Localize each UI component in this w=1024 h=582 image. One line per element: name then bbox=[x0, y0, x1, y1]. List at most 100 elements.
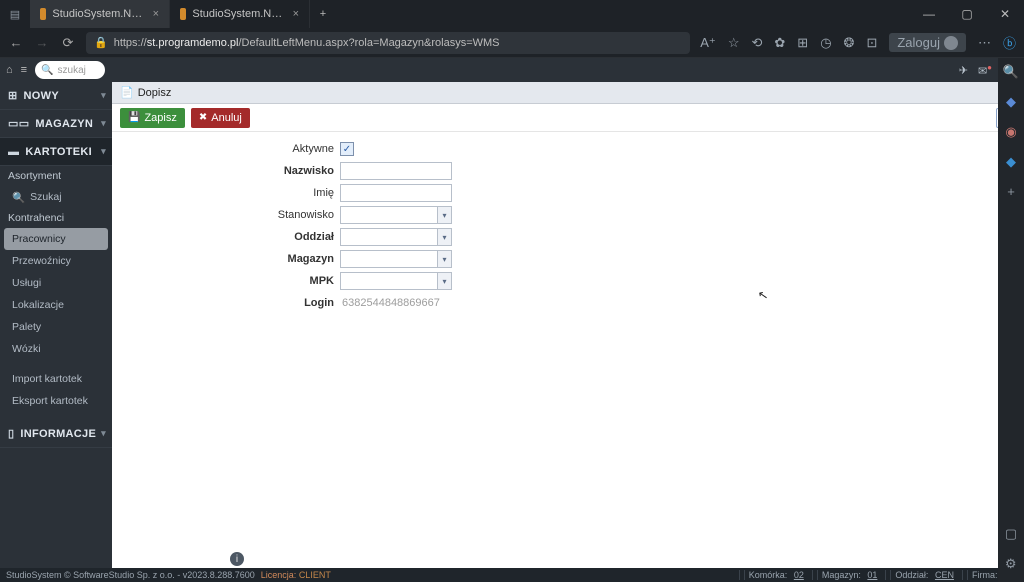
sidebar-section-informacje[interactable]: ▯ INFORMACJE ▾ bbox=[0, 420, 112, 448]
sidebar-item-lokalizacje[interactable]: Lokalizacje bbox=[0, 294, 112, 316]
sidebar-item-asortyment[interactable]: Asortyment bbox=[0, 166, 112, 186]
sidebar: ⊞ NOWY ▾ ▭▭ MAGAZYN ▾ ▬ KARTOTEKI ▾ Asor… bbox=[0, 82, 112, 568]
bing-icon[interactable]: ⓑ bbox=[1003, 33, 1016, 52]
sidebar-item-palety[interactable]: Palety bbox=[0, 316, 112, 338]
cursor-icon: ↖ bbox=[757, 287, 769, 303]
status-oddzial: Oddział: CEN bbox=[885, 570, 958, 580]
value-login: 6382544848869667 bbox=[340, 297, 440, 309]
input-imie[interactable] bbox=[340, 184, 452, 202]
warehouse-icon: ▭▭ bbox=[8, 117, 29, 130]
toolbox-icon[interactable]: ◉ bbox=[1005, 124, 1016, 140]
login-label: Zaloguj bbox=[897, 35, 940, 50]
close-window-icon[interactable]: ✕ bbox=[986, 7, 1024, 21]
checkbox-aktywne[interactable]: ✓ bbox=[340, 142, 354, 156]
chevron-down-icon: ▾ bbox=[101, 428, 106, 439]
collections-icon[interactable]: ⊞ bbox=[797, 35, 808, 51]
content-pane: 📄 Dopisz ✕ 💾 Zapisz ✖ Anuluj + Aktywne ✓… bbox=[112, 82, 1024, 568]
back-icon[interactable]: ← bbox=[8, 35, 24, 50]
label-login: Login bbox=[112, 297, 340, 309]
search-icon[interactable]: 🔍 bbox=[1003, 64, 1019, 80]
shop-icon[interactable]: ◆ bbox=[1006, 94, 1016, 110]
save-button[interactable]: 💾 Zapisz bbox=[120, 108, 185, 128]
search-placeholder: szukaj bbox=[58, 65, 86, 76]
history-icon[interactable]: ◷ bbox=[820, 35, 831, 51]
toolbar: 💾 Zapisz ✖ Anuluj + bbox=[112, 104, 1024, 132]
cancel-button[interactable]: ✖ Anuluj bbox=[191, 108, 250, 128]
close-icon[interactable]: × bbox=[153, 8, 159, 20]
maximize-icon[interactable]: ▢ bbox=[948, 7, 986, 21]
edge-sidebar: 🔍 ◆ ◉ ◆ + ▢ ⚙ bbox=[998, 58, 1024, 582]
games-icon[interactable]: ◆ bbox=[1006, 154, 1016, 170]
search-icon: 🔍 bbox=[12, 191, 25, 204]
url-prefix: https:// bbox=[114, 37, 147, 49]
new-tab-button[interactable]: + bbox=[310, 8, 336, 20]
section-label: INFORMACJE bbox=[20, 428, 96, 440]
extensions-icon[interactable]: ❂ bbox=[844, 35, 855, 51]
document-icon: ▯ bbox=[8, 427, 14, 440]
close-icon[interactable]: × bbox=[293, 8, 299, 20]
info-icon[interactable]: i bbox=[230, 552, 244, 566]
label-stanowisko: Stanowisko bbox=[112, 209, 340, 221]
refresh-icon[interactable]: ⟳ bbox=[60, 35, 76, 51]
sidebar-item-przewoznicy[interactable]: Przewoźnicy bbox=[0, 250, 112, 272]
read-aloud-icon[interactable]: A⁺ bbox=[700, 35, 716, 51]
label-nazwisko: Nazwisko bbox=[112, 165, 340, 177]
select-magazyn[interactable]: ▾ bbox=[340, 250, 452, 268]
sidebar-section-magazyn[interactable]: ▭▭ MAGAZYN ▾ bbox=[0, 110, 112, 138]
sidebar-item-pracownicy[interactable]: Pracownicy bbox=[4, 228, 108, 250]
status-magazyn: Magazyn: 01 bbox=[812, 570, 882, 580]
address-field[interactable]: 🔒 https://st.programdemo.pl/DefaultLeftM… bbox=[86, 32, 690, 54]
sync-icon[interactable]: ⟲ bbox=[751, 35, 762, 51]
sidebar-item-import[interactable]: Import kartotek bbox=[0, 368, 112, 390]
hamburger-icon[interactable]: ≡ bbox=[21, 64, 27, 76]
app-menu-icon[interactable]: ▤ bbox=[0, 8, 30, 21]
label-aktywne: Aktywne bbox=[112, 143, 340, 155]
sidebar-item-szukaj[interactable]: 🔍 Szukaj bbox=[0, 186, 112, 208]
label-oddzial: Oddział bbox=[112, 231, 340, 243]
licence-link[interactable]: CLIENT bbox=[299, 570, 331, 580]
login-button[interactable]: Zaloguj bbox=[889, 33, 966, 52]
minimize-icon[interactable]: ― bbox=[910, 7, 948, 21]
status-left: StudioSystem © SoftwareStudio Sp. z o.o.… bbox=[6, 570, 255, 580]
tab-label: StudioSystem.NET (c) SoftwareS… bbox=[192, 8, 284, 20]
form-icon: 📄 bbox=[120, 86, 134, 99]
sidebar-item-uslugi[interactable]: Usługi bbox=[0, 272, 112, 294]
clip-icon[interactable]: ✿ bbox=[774, 35, 785, 51]
select-oddzial[interactable]: ▾ bbox=[340, 228, 452, 246]
home-icon[interactable]: ⌂ bbox=[6, 64, 13, 76]
browser-tab-1[interactable]: StudioSystem.NET (c) SoftwareS… × bbox=[30, 0, 170, 28]
favorite-icon[interactable]: ☆ bbox=[728, 35, 740, 51]
section-label: MAGAZYN bbox=[35, 118, 93, 130]
downloads-icon[interactable]: ⊡ bbox=[866, 35, 877, 51]
mail-icon[interactable]: ✉● bbox=[978, 63, 992, 78]
sidebar-section-nowy[interactable]: ⊞ NOWY ▾ bbox=[0, 82, 112, 110]
favicon-icon bbox=[180, 8, 186, 20]
select-stanowisko[interactable]: ▾ bbox=[340, 206, 452, 224]
send-icon[interactable]: ✈ bbox=[959, 64, 968, 77]
search-input[interactable]: 🔍 szukaj bbox=[35, 61, 105, 79]
chevron-down-icon: ▾ bbox=[437, 273, 451, 289]
more-icon[interactable]: ⋯ bbox=[978, 35, 991, 51]
sidebar-section-kartoteki[interactable]: ▬ KARTOTEKI ▾ bbox=[0, 138, 112, 166]
label-mpk: MPK bbox=[112, 275, 340, 287]
search-icon: 🔍 bbox=[41, 65, 53, 76]
avatar-icon bbox=[944, 36, 958, 50]
browser-tab-2[interactable]: StudioSystem.NET (c) SoftwareS… × bbox=[170, 0, 310, 28]
sidebar-item-kontrahenci[interactable]: Kontrahenci bbox=[0, 208, 112, 228]
cancel-icon: ✖ bbox=[199, 112, 207, 123]
plus-icon[interactable]: + bbox=[1007, 184, 1015, 199]
sidebar-item-wozki[interactable]: Wózki bbox=[0, 338, 112, 360]
panel-icon[interactable]: ▢ bbox=[1005, 526, 1017, 542]
select-mpk[interactable]: ▾ bbox=[340, 272, 452, 290]
label-imie: Imię bbox=[112, 187, 340, 199]
status-komorka: Komórka: 02 bbox=[739, 570, 808, 580]
input-nazwisko[interactable] bbox=[340, 162, 452, 180]
status-bar: StudioSystem © SoftwareStudio Sp. z o.o.… bbox=[0, 568, 1024, 582]
url-host: st.programdemo.pl bbox=[147, 37, 239, 49]
settings-icon[interactable]: ⚙ bbox=[1005, 556, 1017, 572]
toolbar-icons: A⁺ ☆ ⟲ ✿ ⊞ ◷ ❂ ⊡ Zaloguj ⋯ ⓑ bbox=[700, 33, 1016, 52]
content-header: 📄 Dopisz ✕ bbox=[112, 82, 1024, 104]
chevron-down-icon: ▾ bbox=[101, 118, 106, 129]
main: ⊞ NOWY ▾ ▭▭ MAGAZYN ▾ ▬ KARTOTEKI ▾ Asor… bbox=[0, 82, 1024, 568]
sidebar-item-eksport[interactable]: Eksport kartotek bbox=[0, 390, 112, 412]
